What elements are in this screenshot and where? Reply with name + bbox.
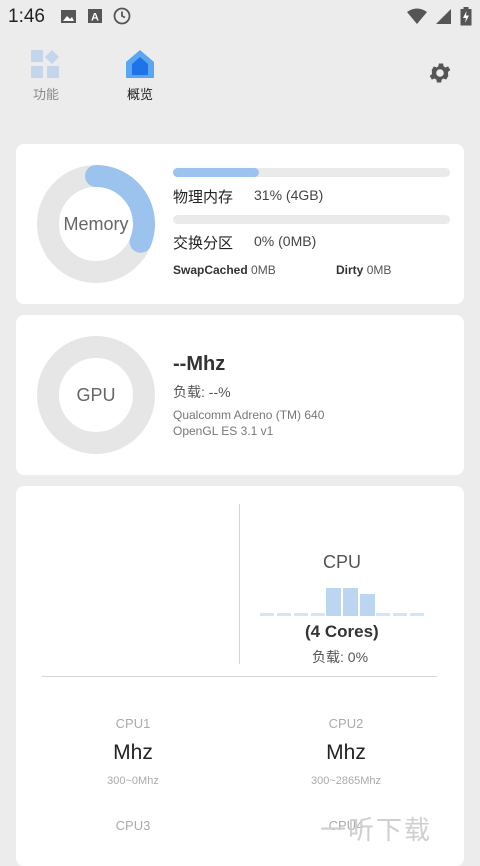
gpu-ring-label: GPU bbox=[76, 385, 116, 405]
memory-ring-label: Memory bbox=[63, 214, 129, 234]
cpu-core-range: 300~0Mhz bbox=[107, 775, 159, 787]
swap-bar bbox=[173, 215, 450, 224]
cpu-core-name: CPU1 bbox=[115, 716, 151, 731]
physical-memory-bar bbox=[173, 168, 450, 177]
tab-overview[interactable]: 概览 bbox=[110, 48, 170, 103]
image-notification-icon bbox=[61, 9, 76, 23]
status-time: 1:46 bbox=[8, 6, 45, 27]
gpu-load: 负载: --% bbox=[173, 384, 231, 400]
watermark: 一听下载 bbox=[320, 815, 433, 845]
font-notification-icon: A bbox=[88, 9, 102, 24]
tab-features[interactable]: 功能 bbox=[16, 48, 76, 103]
gpu-frequency: --Mhz bbox=[173, 353, 226, 375]
cpu-card[interactable]: CPU (4 Cores) 负载: 0% CPU1 Mhz 300~0Mhz C… bbox=[16, 486, 464, 866]
cpu-core-name: CPU2 bbox=[328, 716, 364, 731]
clock-icon bbox=[113, 7, 131, 25]
cpu-cores-count: (4 Cores) bbox=[305, 622, 379, 641]
gpu-card[interactable]: GPU --Mhz 负载: --% Qualcomm Adreno (TM) 6… bbox=[16, 315, 464, 475]
swapcached-stat: SwapCached 0MB bbox=[173, 263, 276, 277]
cpu-core-1: CPU1 Mhz 300~0Mhz bbox=[73, 716, 193, 787]
settings-gear-icon[interactable] bbox=[427, 60, 453, 86]
tab-features-label: 功能 bbox=[32, 87, 59, 102]
swap-value: 0% (0MB) bbox=[254, 233, 317, 249]
swap-label: 交换分区 bbox=[173, 235, 234, 252]
cpu-core-2: CPU2 Mhz 300~2865Mhz bbox=[286, 716, 406, 787]
home-icon bbox=[126, 50, 154, 78]
cpu-load: 负载: 0% bbox=[312, 649, 369, 665]
cpu-title: CPU bbox=[323, 552, 362, 572]
dirty-label: Dirty bbox=[336, 263, 364, 277]
cpu-core-name: CPU3 bbox=[115, 818, 151, 833]
signal-icon bbox=[436, 9, 451, 24]
cpu-cores-graph bbox=[260, 588, 424, 616]
physical-memory-value: 31% (4GB) bbox=[254, 187, 324, 203]
features-icon bbox=[31, 49, 60, 78]
wifi-icon bbox=[407, 8, 427, 24]
cpu-core-range: 300~2865Mhz bbox=[310, 775, 382, 787]
gpu-renderer: Qualcomm Adreno (TM) 640 bbox=[173, 408, 325, 422]
cpu-core-3: CPU3 bbox=[73, 818, 193, 833]
dirty-value: 0MB bbox=[366, 263, 392, 277]
status-bar: 1:46 A bbox=[0, 0, 480, 33]
cpu-core-frequency: Mhz bbox=[326, 741, 366, 764]
swapcached-label: SwapCached bbox=[173, 263, 248, 277]
memory-card[interactable]: Memory 物理内存 31% (4GB) 交换分区 0% (0MB) Swap… bbox=[16, 144, 464, 304]
dirty-stat: Dirty 0MB bbox=[336, 263, 391, 277]
swapcached-value: 0MB bbox=[251, 263, 276, 277]
battery-icon bbox=[460, 7, 472, 26]
horizontal-divider bbox=[42, 676, 437, 677]
cpu-core-frequency: Mhz bbox=[113, 741, 153, 764]
physical-memory-bar-fill bbox=[173, 168, 259, 177]
physical-memory-label: 物理内存 bbox=[173, 189, 234, 206]
tab-overview-label: 概览 bbox=[126, 87, 153, 102]
vertical-divider bbox=[239, 504, 240, 664]
gpu-gl-version: OpenGL ES 3.1 v1 bbox=[173, 424, 274, 438]
svg-text:A: A bbox=[91, 12, 99, 24]
